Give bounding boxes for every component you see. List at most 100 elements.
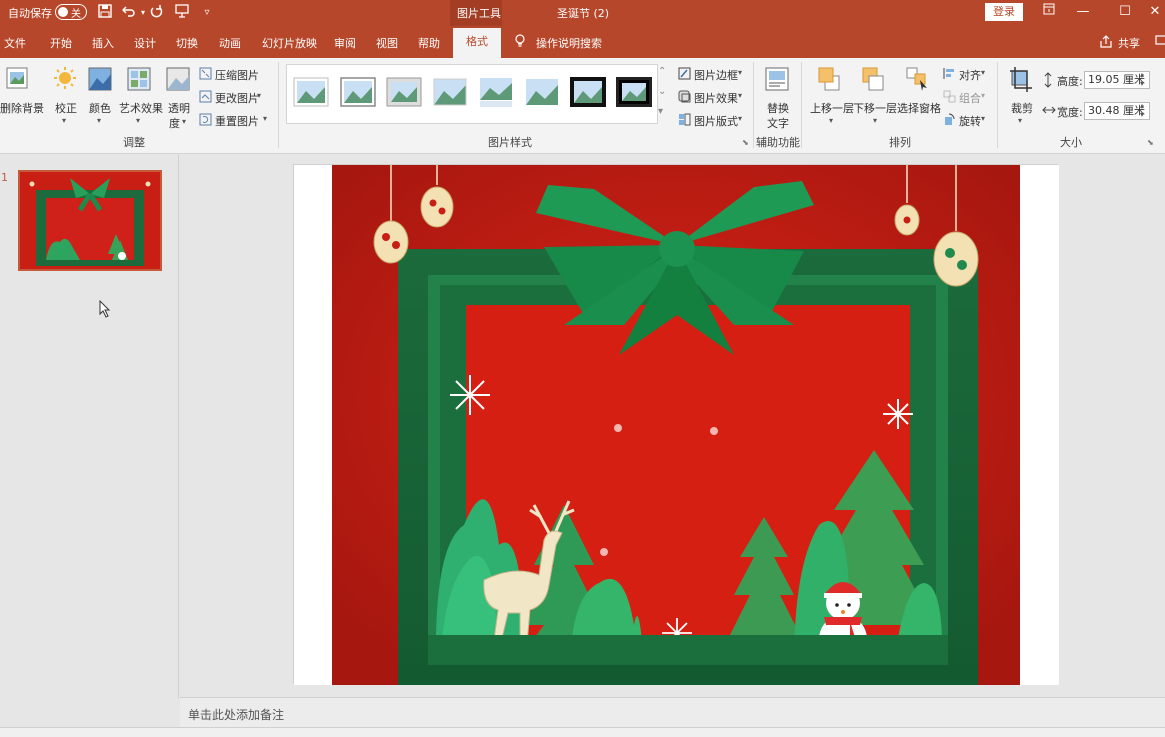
accessibility-group-label: 辅助功能 — [756, 136, 800, 149]
share-icon — [1099, 35, 1113, 52]
picture-style-thumb-7[interactable] — [569, 75, 607, 109]
alt-text-icon[interactable] — [765, 66, 789, 92]
tab-help[interactable]: 帮助 — [418, 35, 440, 51]
autosave-state: 关 — [71, 9, 81, 20]
tab-view[interactable]: 视图 — [376, 35, 398, 51]
picture-styles-group-label: 图片样式 — [488, 136, 532, 149]
share-button[interactable]: 共享 — [1118, 35, 1140, 51]
artistic-effects-button[interactable]: 艺术效果 — [119, 100, 163, 116]
crop-icon[interactable] — [1009, 66, 1033, 92]
picture-layout-icon — [678, 113, 691, 126]
snowflake-1 — [450, 375, 490, 415]
width-spinner-icon[interactable]: ▴ ▾ — [1140, 101, 1144, 119]
picture-style-thumb-4[interactable] — [431, 75, 469, 109]
redo-icon[interactable] — [148, 4, 166, 22]
artistic-effects-icon[interactable] — [127, 66, 151, 92]
height-spinner-icon[interactable]: ▴ ▾ — [1140, 70, 1144, 88]
chevron-down-icon: ▾ — [182, 117, 187, 126]
picture-style-thumb-5[interactable] — [477, 75, 515, 109]
bring-forward-button[interactable]: 上移一层 — [810, 100, 854, 116]
selection-pane-icon[interactable] — [905, 66, 929, 92]
tab-transitions[interactable]: 切换 — [176, 35, 198, 51]
picture-effects-label: 图片效果 — [694, 92, 738, 105]
present-from-start-icon[interactable] — [173, 4, 191, 22]
picture-border-button[interactable]: 图片边框 ▾ — [678, 64, 752, 84]
login-button[interactable]: 登录 — [985, 3, 1023, 21]
autosave-label: 自动保存 — [8, 7, 52, 20]
crop-button[interactable]: 裁剪 — [1011, 100, 1033, 116]
tab-review[interactable]: 审阅 — [334, 35, 356, 51]
tab-format[interactable]: 格式 — [453, 28, 501, 58]
reset-picture-button[interactable]: 重置图片 ▾ — [199, 110, 279, 130]
maximize-icon[interactable]: ☐ — [1110, 2, 1140, 22]
group-label: 组合 — [959, 92, 981, 105]
selection-pane-button[interactable]: 选择窗格 — [897, 100, 941, 116]
slide-canvas[interactable] — [293, 164, 1059, 685]
tab-slideshow[interactable]: 幻灯片放映 — [262, 35, 317, 51]
gallery-scroll-up-icon[interactable]: ⌃ — [658, 66, 666, 77]
ribbon-tabs: 文件 开始 插入 设计 切换 动画 幻灯片放映 审阅 视图 帮助 格式 操作说明… — [0, 26, 1165, 58]
customize-qat-icon[interactable]: ▿ — [198, 4, 216, 22]
color-button[interactable]: 颜色 — [89, 100, 111, 116]
autosave-toggle[interactable]: 关 — [55, 4, 87, 20]
picture-effects-button[interactable]: 图片效果 ▾ — [678, 87, 752, 107]
change-picture-button[interactable]: 更改图片 ▾ — [199, 87, 279, 107]
compress-pictures-button[interactable]: 压缩图片 — [199, 64, 279, 84]
picture-style-thumb-2[interactable] — [339, 75, 377, 109]
slide-picture[interactable] — [294, 165, 1059, 685]
picture-style-thumb-8[interactable] — [615, 75, 653, 109]
bring-forward-icon[interactable] — [817, 66, 841, 92]
picture-border-label: 图片边框 — [694, 69, 738, 82]
picture-layout-button[interactable]: 图片版式 ▾ — [678, 110, 752, 130]
tab-insert[interactable]: 插入 — [92, 35, 114, 51]
notes-pane[interactable]: 单击此处添加备注 — [180, 697, 1165, 727]
dialog-launcher-icon[interactable]: ⬊ — [1147, 138, 1154, 147]
picture-style-thumb-1[interactable] — [292, 75, 330, 109]
corrections-icon[interactable] — [53, 66, 77, 92]
transparency-button-line1[interactable]: 透明 — [168, 100, 190, 116]
gallery-more-icon[interactable]: ▾ — [658, 106, 663, 117]
send-backward-icon[interactable] — [861, 66, 885, 92]
remove-background-icon[interactable] — [6, 66, 30, 92]
minimize-icon[interactable]: — — [1068, 2, 1098, 22]
chevron-down-icon: ▾ — [738, 114, 743, 123]
dialog-launcher-icon[interactable]: ⬊ — [742, 138, 749, 147]
comments-icon[interactable] — [1155, 34, 1165, 51]
chevron-down-icon: ▾ — [981, 91, 986, 100]
remove-background-button[interactable]: 删除背景 — [0, 100, 44, 116]
height-label: 高度: — [1057, 75, 1083, 88]
chevron-down-icon: ▾ — [981, 68, 986, 77]
tab-animations[interactable]: 动画 — [219, 35, 241, 51]
ribbon-display-options-icon[interactable] — [1034, 2, 1064, 22]
gallery-scroll-down-icon[interactable]: ⌄ — [658, 86, 666, 97]
close-icon[interactable]: ✕ — [1145, 2, 1165, 22]
height-icon — [1042, 72, 1054, 91]
group-objects-button[interactable]: 组合 ▾ — [943, 87, 993, 107]
color-icon[interactable] — [88, 66, 112, 92]
tab-design[interactable]: 设计 — [134, 35, 156, 51]
transparency-button-line2[interactable]: 度 — [169, 115, 180, 131]
rotate-button[interactable]: 旋转 ▾ — [943, 110, 993, 130]
picture-style-thumb-3[interactable] — [385, 75, 423, 109]
chevron-down-icon: ▾ — [97, 116, 102, 125]
picture-styles-gallery — [286, 64, 658, 124]
tab-file[interactable]: 文件 — [4, 35, 26, 51]
tab-home[interactable]: 开始 — [50, 35, 72, 51]
reset-picture-label: 重置图片 — [215, 115, 259, 128]
save-icon[interactable] — [96, 4, 114, 22]
corrections-button[interactable]: 校正 — [55, 100, 77, 116]
alt-text-line2[interactable]: 文字 — [767, 115, 789, 131]
align-button[interactable]: 对齐 ▾ — [943, 64, 993, 84]
picture-style-thumb-6[interactable] — [523, 75, 561, 109]
send-backward-button[interactable]: 下移一层 — [853, 100, 897, 116]
context-group-label: 图片工具 — [457, 7, 501, 20]
slide-thumbnail-1[interactable] — [18, 170, 162, 271]
tell-me-search[interactable]: 操作说明搜索 — [536, 35, 602, 51]
toggle-knob — [58, 7, 68, 17]
notes-placeholder[interactable]: 单击此处添加备注 — [188, 706, 284, 723]
ribbon-format: 删除背景 校正 ▾ 颜色 ▾ 艺术效果 ▾ 透明 度 ▾ 压缩图片 更改图片 ▾… — [0, 58, 1165, 154]
chevron-down-icon: ▾ — [257, 91, 262, 100]
alt-text-line1[interactable]: 替换 — [767, 100, 789, 116]
transparency-icon[interactable] — [166, 66, 190, 92]
group-icon — [943, 90, 956, 103]
